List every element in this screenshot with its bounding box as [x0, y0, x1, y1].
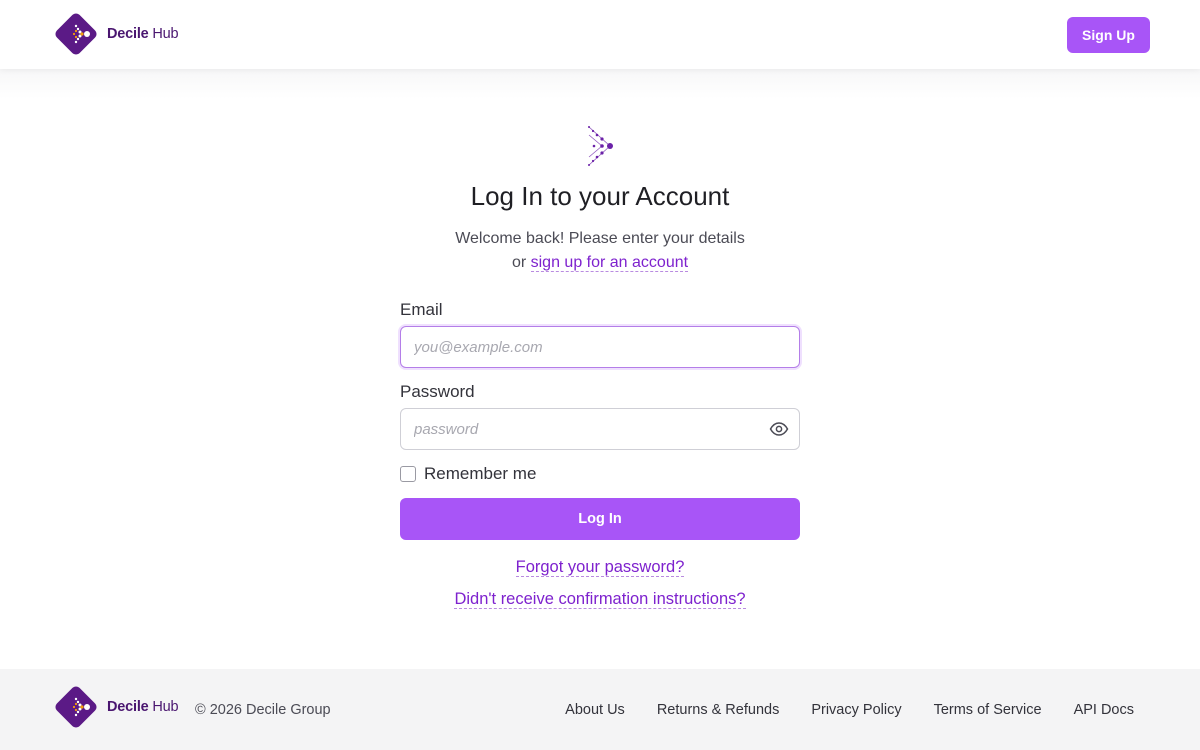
or-text: or — [511, 254, 527, 271]
footer-brand[interactable]: Decile Hub — [49, 680, 179, 734]
decile-logo-icon — [55, 686, 97, 728]
copyright-text: © 2026 Decile Group — [195, 702, 331, 718]
remember-me-checkbox[interactable] — [400, 466, 416, 482]
password-label: Password — [400, 382, 475, 401]
site-header: Decile Hub Sign Up — [0, 0, 1200, 69]
decile-logo-icon — [55, 13, 97, 55]
eye-icon[interactable] — [769, 420, 789, 438]
footer-link-returns-refunds[interactable]: Returns & Refunds — [657, 702, 780, 718]
footer-link-terms-of-service[interactable]: Terms of Service — [934, 702, 1042, 718]
log-in-button[interactable]: Log In — [400, 498, 800, 540]
footer-nav: About Us Returns & Refunds Privacy Polic… — [565, 702, 1134, 718]
brand-name-suffix: Hub — [152, 26, 179, 42]
brand-name-suffix: Hub — [152, 699, 179, 715]
forgot-password-row: Forgot your password? — [0, 558, 1200, 577]
signup-prompt: or sign up for an account — [0, 251, 1200, 275]
login-main: Log In to your Account Welcome back! Ple… — [0, 69, 1200, 669]
forgot-password-link[interactable]: Forgot your password? — [515, 558, 685, 577]
brand-name: Decile Hub — [107, 26, 179, 42]
brand-name-primary: Decile — [107, 699, 149, 715]
header-brand[interactable]: Decile Hub — [49, 7, 179, 61]
site-footer: Decile Hub © 2026 Decile Group About Us … — [0, 669, 1200, 750]
remember-me-label[interactable]: Remember me — [424, 464, 536, 484]
brand-name: Decile Hub — [107, 699, 179, 715]
email-label: Email — [400, 300, 443, 319]
welcome-text: Welcome back! Please enter your details — [455, 230, 745, 247]
page-title: Log In to your Account — [470, 181, 730, 211]
confirmation-row: Didn't receive confirmation instructions… — [0, 590, 1200, 609]
login-subtitle: Welcome back! Please enter your details … — [0, 227, 1200, 275]
email-field[interactable] — [400, 326, 800, 368]
footer-link-api-docs[interactable]: API Docs — [1074, 702, 1134, 718]
footer-link-privacy-policy[interactable]: Privacy Policy — [811, 702, 901, 718]
sign-up-link[interactable]: sign up for an account — [530, 254, 689, 272]
confirmation-instructions-link[interactable]: Didn't receive confirmation instructions… — [454, 590, 746, 609]
decile-mark-icon — [588, 126, 613, 166]
sign-up-button[interactable]: Sign Up — [1067, 17, 1150, 53]
brand-name-primary: Decile — [107, 26, 149, 42]
password-field[interactable] — [400, 408, 800, 450]
footer-link-about-us[interactable]: About Us — [565, 702, 625, 718]
